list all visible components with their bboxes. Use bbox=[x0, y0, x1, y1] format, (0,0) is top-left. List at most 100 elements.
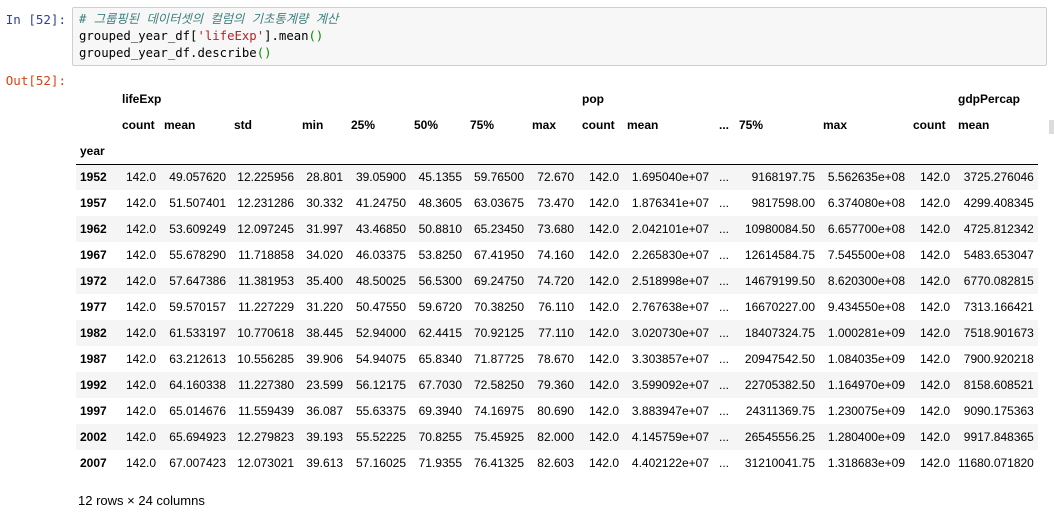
code-input-area[interactable]: # 그룹핑된 데이터셋의 컬럼의 기초통계량 계산 grouped_year_d… bbox=[72, 7, 1047, 66]
table-row: 2007 142.0 67.007423 12.073021 39.613 57.1602… bbox=[76, 450, 1038, 476]
table-cell: 61.533197 bbox=[169, 326, 226, 340]
table-cell: 10980084.50 bbox=[744, 222, 815, 236]
row-index: 2002 bbox=[80, 430, 107, 444]
table-cell: 3.883947e+07 bbox=[631, 404, 709, 418]
table-cell: 52.94000 bbox=[355, 326, 406, 340]
table-cell: 142.0 bbox=[125, 456, 156, 470]
table-cell: 80.690 bbox=[537, 404, 574, 418]
table-cell: 142.0 bbox=[588, 378, 619, 392]
table-cell: 30.332 bbox=[306, 196, 343, 210]
index-name: year bbox=[80, 143, 105, 158]
table-cell: 70.8255 bbox=[418, 430, 462, 444]
table-cell: 1.280400e+09 bbox=[827, 430, 905, 444]
table-cell: 142.0 bbox=[125, 352, 156, 366]
table-cell: 48.50025 bbox=[355, 274, 406, 288]
table-cell: 31.997 bbox=[306, 222, 343, 236]
table-cell: 1.000281e+09 bbox=[827, 326, 905, 340]
table-cell: 142.0 bbox=[125, 430, 156, 444]
table-cell: 71.9355 bbox=[418, 456, 462, 470]
table-cell: 35.400 bbox=[306, 274, 343, 288]
row-index: 1977 bbox=[80, 300, 107, 314]
table-cell-ellipsis: ... bbox=[718, 378, 729, 392]
table-cell: 142.0 bbox=[125, 248, 156, 262]
table-cell-ellipsis: ... bbox=[718, 456, 729, 470]
table-cell: 26545556.25 bbox=[744, 430, 815, 444]
table-cell: 7518.901673 bbox=[963, 326, 1034, 340]
table-cell: 9168197.75 bbox=[751, 170, 815, 185]
table-cell: 142.0 bbox=[588, 404, 619, 418]
table-cell: 142.0 bbox=[919, 300, 950, 314]
table-cell: 64.160338 bbox=[169, 378, 226, 392]
table-cell: 18407324.75 bbox=[744, 326, 815, 340]
table-cell: 67.007423 bbox=[169, 456, 226, 470]
table-cell: 63.212613 bbox=[169, 352, 226, 366]
group-header: pop bbox=[582, 92, 604, 106]
index-corner bbox=[76, 86, 118, 112]
table-cell: 7313.166421 bbox=[963, 300, 1034, 314]
table-cell: 53.8250 bbox=[418, 248, 462, 262]
table-cell: 142.0 bbox=[919, 430, 950, 444]
table-cell: 53.609249 bbox=[169, 222, 226, 236]
table-cell: 1.230075e+09 bbox=[827, 404, 905, 418]
table-cell: 11.381953 bbox=[238, 274, 294, 288]
index-corner bbox=[76, 112, 118, 138]
table-cell: 4.402122e+07 bbox=[631, 456, 709, 470]
table-cell: 39.193 bbox=[306, 430, 343, 444]
table-cell: 10.770618 bbox=[237, 326, 294, 340]
table-cell: 55.52225 bbox=[355, 430, 406, 444]
table-cell: 69.3940 bbox=[418, 404, 462, 418]
table-cell: 31.220 bbox=[306, 300, 343, 314]
table-cell-ellipsis: ... bbox=[718, 222, 729, 236]
table-row: 1967 142.0 55.678290 11.718858 34.020 46.0337… bbox=[76, 242, 1038, 268]
table-cell: 3.303857e+07 bbox=[631, 352, 709, 366]
table-cell-ellipsis: ... bbox=[718, 300, 729, 314]
table-cell: 12.279823 bbox=[237, 430, 294, 444]
column-header: std bbox=[234, 118, 252, 132]
table-cell: 59.6720 bbox=[418, 300, 462, 314]
table-cell: 2.042101e+07 bbox=[631, 222, 709, 236]
table-row: 1957 142.0 51.507401 12.231286 30.332 41.2475… bbox=[76, 190, 1038, 216]
row-index: 1952 bbox=[80, 170, 107, 185]
code-text: grouped_year_df.describe bbox=[79, 46, 257, 60]
table-cell: 62.4415 bbox=[418, 326, 462, 340]
table-cell: 78.670 bbox=[537, 352, 574, 366]
table-cell: 65.8340 bbox=[418, 352, 462, 366]
table-cell: 38.445 bbox=[306, 326, 343, 340]
table-cell-ellipsis: ... bbox=[718, 326, 729, 340]
table-cell: 12.097245 bbox=[237, 222, 294, 236]
row-index: 1967 bbox=[80, 248, 107, 262]
row-index: 1972 bbox=[80, 274, 107, 288]
row-index: 1962 bbox=[80, 222, 107, 236]
code-comment: # 그룹핑된 데이터셋의 컬럼의 기초통계량 계산 bbox=[79, 12, 339, 26]
table-cell: 3725.276046 bbox=[963, 170, 1034, 185]
table-row: 1962 142.0 53.609249 12.097245 31.997 43.4685… bbox=[76, 216, 1038, 242]
table-cell: 142.0 bbox=[125, 170, 156, 185]
table-cell: 82.000 bbox=[537, 430, 574, 444]
table-cell: 75.45925 bbox=[473, 430, 524, 444]
table-cell: 142.0 bbox=[125, 404, 156, 418]
column-header: max bbox=[532, 118, 557, 132]
row-index: 1997 bbox=[80, 404, 107, 418]
table-cell: 50.47550 bbox=[355, 300, 406, 314]
column-header: 75% bbox=[470, 118, 495, 132]
table-cell: 11.559439 bbox=[238, 404, 294, 418]
table-cell: 142.0 bbox=[125, 326, 156, 340]
table-cell: 50.8810 bbox=[418, 222, 462, 236]
column-header: count bbox=[122, 118, 155, 132]
table-cell: 142.0 bbox=[919, 170, 950, 185]
column-header: mean bbox=[958, 118, 990, 132]
table-cell: 39.906 bbox=[306, 352, 343, 366]
table-cell: 9917.848365 bbox=[963, 430, 1034, 444]
table-cell: 59.570157 bbox=[169, 300, 226, 314]
table-row: 2002 142.0 65.694923 12.279823 39.193 55.5222… bbox=[76, 424, 1038, 450]
code-paren: () bbox=[256, 46, 272, 60]
table-cell: 142.0 bbox=[919, 378, 950, 392]
row-index: 2007 bbox=[80, 456, 107, 470]
group-header-spacer bbox=[819, 86, 954, 112]
horizontal-scroll-indicator[interactable] bbox=[1049, 120, 1054, 134]
table-cell: 142.0 bbox=[125, 196, 156, 210]
dataframe-table: lifeExp pop gdpPercap count mean std min 25%… bbox=[76, 86, 1038, 476]
table-cell: 73.470 bbox=[537, 196, 574, 210]
column-header: mean bbox=[164, 118, 196, 132]
table-cell: 142.0 bbox=[125, 300, 156, 314]
